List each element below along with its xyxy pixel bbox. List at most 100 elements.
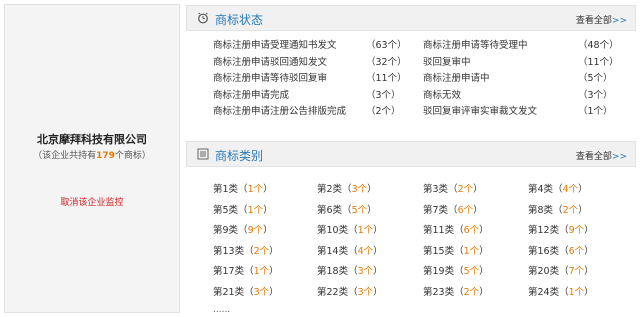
category-count: 9个: [247, 225, 264, 236]
category-item[interactable]: 第8类（2个）: [528, 202, 588, 216]
view-all-arrow: >>: [611, 16, 627, 26]
category-item[interactable]: 第12类（9个）: [528, 222, 594, 236]
category-class: 第23类: [423, 286, 455, 298]
category-class: 第17类: [213, 266, 245, 277]
status-label[interactable]: 商标注册申请注册公告排版完成: [213, 103, 346, 117]
category-count: 3个: [253, 286, 270, 298]
paren-close: ）: [269, 245, 279, 257]
paren-close: ）: [367, 184, 377, 195]
trademark-category-panel: 商标类别 查看全部>> 第1类（1个） 第2类（3个） 第3类（2个） 第4类（4个）…: [186, 141, 636, 317]
category-item[interactable]: 第21类（3个）: [213, 284, 279, 298]
trademark-status-panel: 商标状态 查看全部>> 商标注册申请受理通知书发文 （63个） 商标注册申请等待受理…: [186, 5, 636, 135]
category-item[interactable]: 第20类（7个）: [528, 263, 594, 277]
category-count: 2个: [463, 286, 480, 298]
paren-close: ）: [373, 266, 383, 277]
category-item[interactable]: 第11类（6个）: [423, 222, 489, 236]
paren-close: ）: [263, 184, 273, 195]
status-panel-title: 商标状态: [215, 13, 264, 27]
category-item[interactable]: 第24类（1个）: [528, 284, 594, 298]
list-icon: [197, 148, 209, 160]
paren-close: ）: [269, 266, 279, 277]
status-label[interactable]: 驳回复审中: [423, 54, 471, 68]
paren-open: （: [448, 184, 458, 195]
paren-open: （: [348, 245, 358, 257]
status-panel-header: 商标状态 查看全部>>: [186, 5, 636, 31]
status-label[interactable]: 商标注册申请完成: [213, 87, 289, 101]
paren-close: ）: [578, 184, 588, 195]
paren-open: （: [244, 245, 254, 257]
status-view-all-link[interactable]: 查看全部>>: [576, 13, 627, 26]
category-class: 第20类: [528, 266, 560, 277]
company-sidebar: 北京摩拜科技有限公司 （该企业共持有179个商标） 取消该企业监控: [4, 4, 180, 313]
category-view-all-link[interactable]: 查看全部>>: [576, 149, 627, 162]
category-count: 1个: [247, 184, 264, 195]
category-item[interactable]: 第15类（1个）: [423, 243, 489, 257]
trademark-count-line: （该企业共持有179个商标）: [5, 148, 179, 161]
paren-open: （: [553, 184, 563, 195]
category-class: 第19类: [423, 266, 455, 277]
category-panel-header: 商标类别 查看全部>>: [186, 141, 636, 167]
category-item[interactable]: 第7类（6个）: [423, 202, 483, 216]
category-count: 6个: [457, 204, 474, 216]
paren-open: （: [559, 225, 569, 236]
status-label[interactable]: 商标无效: [423, 87, 461, 101]
category-item[interactable]: 第19类（5个）: [423, 263, 489, 277]
paren-close: ）: [373, 286, 383, 298]
paren-close: ）: [263, 225, 273, 236]
trademark-count: 179: [96, 151, 115, 161]
category-item[interactable]: 第5类（1个）: [213, 202, 273, 216]
category-item[interactable]: 第22类（3个）: [317, 284, 383, 298]
status-label[interactable]: 驳回复审评审实审裁文发文: [423, 103, 537, 117]
paren-close: ）: [367, 204, 377, 216]
status-label[interactable]: 商标注册申请中: [423, 70, 490, 84]
category-item[interactable]: 第2类（3个）: [317, 181, 377, 195]
category-class: 第10类: [317, 225, 349, 236]
category-class: 第24类: [528, 286, 560, 298]
category-item[interactable]: 第13类（2个）: [213, 243, 279, 257]
status-count: （11个）: [366, 73, 407, 84]
status-row: 商标注册申请等待驳回复审 （11个） 商标注册申请中 （5个）: [186, 70, 636, 87]
category-item[interactable]: 第9类（9个）: [213, 222, 273, 236]
category-count: 5个: [351, 204, 368, 216]
category-class: 第14类: [317, 245, 349, 257]
paren-close: ）: [584, 225, 594, 236]
category-row: 第13类（2个） 第14类（4个） 第15类（1个） 第16类（6个）: [186, 243, 636, 264]
category-item[interactable]: 第23类（2个）: [423, 284, 489, 298]
paren-close: ）: [263, 204, 273, 216]
status-count: （3个）: [578, 89, 613, 101]
category-item[interactable]: 第14类（4个）: [317, 243, 383, 257]
status-label[interactable]: 商标注册申请受理通知书发文: [213, 37, 337, 51]
category-count: 5个: [463, 266, 480, 277]
category-count: 1个: [253, 266, 270, 277]
category-item[interactable]: 第18类（3个）: [317, 263, 383, 277]
status-label[interactable]: 商标注册申请等待驳回复审: [213, 70, 327, 84]
paren-open: （: [454, 245, 464, 257]
category-count: 4个: [562, 184, 579, 195]
category-item[interactable]: 第1类（1个）: [213, 181, 273, 195]
category-class: 第8类: [528, 204, 554, 216]
view-all-arrow: >>: [611, 152, 627, 162]
category-item[interactable]: 第3类（2个）: [423, 181, 483, 195]
category-class: 第5类: [213, 204, 239, 216]
paren-close: ）: [479, 286, 489, 298]
count-prefix: （该企业共持有: [33, 151, 97, 161]
category-ellipsis: ......: [213, 305, 231, 315]
category-item[interactable]: 第17类（1个）: [213, 263, 279, 277]
category-count: 1个: [357, 225, 374, 236]
category-item[interactable]: 第16类（6个）: [528, 243, 594, 257]
category-item[interactable]: 第10类（1个）: [317, 222, 383, 236]
status-label[interactable]: 商标注册申请驳回通知发文: [213, 54, 327, 68]
paren-open: （: [238, 184, 248, 195]
cancel-monitor-link[interactable]: 取消该企业监控: [5, 195, 179, 208]
category-count: 1个: [463, 245, 480, 257]
alarm-clock-icon: [198, 12, 208, 24]
category-class: 第18类: [317, 266, 349, 277]
category-row: 第1类（1个） 第2类（3个） 第3类（2个） 第4类（4个）: [186, 181, 636, 202]
category-item[interactable]: 第6类（5个）: [317, 202, 377, 216]
category-item[interactable]: 第4类（4个）: [528, 181, 588, 195]
paren-open: （: [238, 225, 248, 236]
paren-open: （: [454, 286, 464, 298]
status-label[interactable]: 商标注册申请等待受理中: [423, 37, 528, 51]
category-count: 1个: [568, 286, 585, 298]
category-count: 1个: [247, 204, 264, 216]
